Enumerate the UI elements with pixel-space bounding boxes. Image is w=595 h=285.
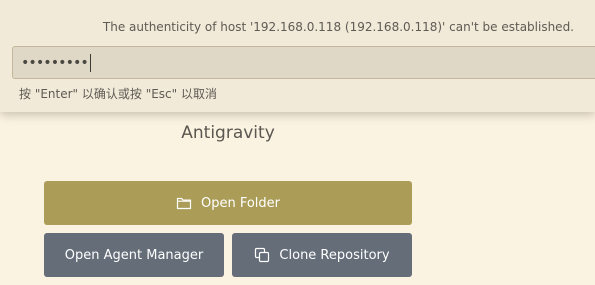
- host-authenticity-message: The authenticity of host '192.168.0.118 …: [102, 20, 574, 34]
- password-input[interactable]: [21, 53, 581, 73]
- open-agent-manager-button[interactable]: Open Agent Manager: [44, 233, 224, 277]
- clone-repository-button[interactable]: Clone Repository: [232, 233, 412, 277]
- open-folder-label: Open Folder: [200, 195, 281, 211]
- clone-repository-label: Clone Repository: [279, 247, 390, 263]
- input-hint: 按 "Enter" 以确认或按 "Esc" 以取消: [19, 87, 217, 101]
- app-title: Antigravity: [181, 123, 275, 143]
- open-folder-button[interactable]: Open Folder: [44, 181, 412, 225]
- text-caret: [90, 54, 91, 72]
- folder-icon: [176, 195, 192, 211]
- quick-input-widget: The authenticity of host '192.168.0.118 …: [0, 0, 595, 112]
- copy-icon: [254, 247, 270, 263]
- open-agent-manager-label: Open Agent Manager: [64, 247, 204, 263]
- password-input-box[interactable]: [12, 46, 595, 79]
